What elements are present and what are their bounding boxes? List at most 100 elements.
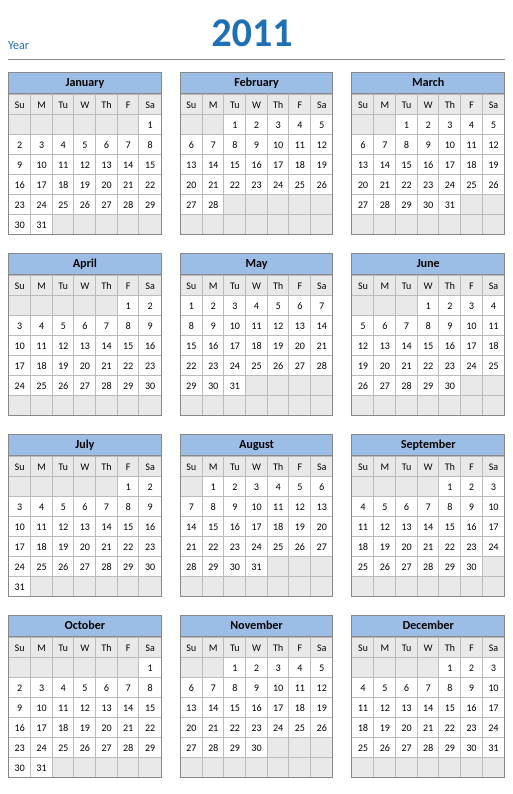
day-cell: 17 <box>482 698 504 718</box>
day-header: Sa <box>311 457 333 477</box>
empty-cell <box>417 477 439 497</box>
day-cell: 23 <box>417 175 439 195</box>
day-cell: 23 <box>139 537 161 557</box>
day-cell: 5 <box>311 115 333 135</box>
day-cell: 9 <box>224 497 246 517</box>
day-cell: 9 <box>461 678 483 698</box>
day-cell: 17 <box>461 336 483 356</box>
day-cell: 27 <box>289 356 311 376</box>
day-cell: 5 <box>289 477 311 497</box>
empty-cell <box>311 195 333 215</box>
empty-cell <box>439 577 461 597</box>
empty-cell <box>482 215 504 235</box>
day-cell: 8 <box>417 316 439 336</box>
empty-cell <box>352 758 374 778</box>
month-table: SuMTuWThFSa12345678910111213141516171819… <box>181 637 333 777</box>
day-cell: 28 <box>417 557 439 577</box>
day-header: M <box>202 95 224 115</box>
day-cell: 29 <box>396 195 418 215</box>
month-table: SuMTuWThFSa12345678910111213141516171819… <box>9 94 161 234</box>
empty-cell <box>31 477 53 497</box>
day-cell: 23 <box>461 537 483 557</box>
day-cell: 22 <box>439 718 461 738</box>
day-cell: 10 <box>267 678 289 698</box>
month-table: SuMTuWThFSa12345678910111213141516171819… <box>9 637 161 777</box>
day-cell: 19 <box>52 356 74 376</box>
day-cell: 23 <box>461 718 483 738</box>
day-header: F <box>289 276 311 296</box>
day-header: M <box>374 457 396 477</box>
day-cell: 6 <box>74 497 96 517</box>
empty-cell <box>74 758 96 778</box>
day-cell: 9 <box>139 497 161 517</box>
day-cell: 12 <box>74 698 96 718</box>
day-cell: 22 <box>396 175 418 195</box>
day-cell: 25 <box>52 195 74 215</box>
day-header: M <box>202 638 224 658</box>
day-cell: 26 <box>52 376 74 396</box>
day-cell: 14 <box>417 698 439 718</box>
day-cell: 15 <box>181 336 203 356</box>
day-cell: 5 <box>74 678 96 698</box>
day-cell: 27 <box>374 376 396 396</box>
day-cell: 18 <box>52 175 74 195</box>
empty-cell <box>482 376 504 396</box>
day-header: Th <box>96 276 118 296</box>
day-cell: 15 <box>117 517 139 537</box>
day-header: W <box>246 638 268 658</box>
day-cell: 19 <box>374 718 396 738</box>
day-cell: 17 <box>246 517 268 537</box>
empty-cell <box>181 396 203 416</box>
day-cell: 27 <box>352 195 374 215</box>
day-header: W <box>246 276 268 296</box>
day-cell: 20 <box>74 537 96 557</box>
empty-cell <box>181 115 203 135</box>
day-cell: 5 <box>374 678 396 698</box>
day-cell: 12 <box>374 517 396 537</box>
day-cell: 10 <box>224 316 246 336</box>
empty-cell <box>289 215 311 235</box>
day-header: F <box>117 457 139 477</box>
empty-cell <box>52 296 74 316</box>
day-cell: 30 <box>9 215 31 235</box>
day-cell: 19 <box>311 698 333 718</box>
day-cell: 4 <box>52 135 74 155</box>
day-header: Th <box>439 638 461 658</box>
day-header: W <box>246 457 268 477</box>
empty-cell <box>289 577 311 597</box>
day-cell: 29 <box>439 557 461 577</box>
day-cell: 6 <box>96 678 118 698</box>
empty-cell <box>289 557 311 577</box>
month-title: May <box>181 254 333 275</box>
empty-cell <box>117 396 139 416</box>
day-cell: 23 <box>139 356 161 376</box>
day-cell: 14 <box>181 517 203 537</box>
month-table: SuMTuWThFSa12345678910111213141516171819… <box>9 275 161 415</box>
empty-cell <box>202 215 224 235</box>
month-block: NovemberSuMTuWThFSa123456789101112131415… <box>180 615 334 778</box>
day-cell: 16 <box>139 336 161 356</box>
day-cell: 2 <box>224 477 246 497</box>
day-cell: 18 <box>352 537 374 557</box>
day-cell: 11 <box>352 698 374 718</box>
day-cell: 29 <box>439 738 461 758</box>
day-cell: 7 <box>374 135 396 155</box>
empty-cell <box>417 215 439 235</box>
day-cell: 11 <box>52 698 74 718</box>
empty-cell <box>439 758 461 778</box>
day-cell: 23 <box>246 718 268 738</box>
day-cell: 28 <box>202 738 224 758</box>
day-cell: 18 <box>267 517 289 537</box>
day-cell: 12 <box>352 336 374 356</box>
empty-cell <box>31 296 53 316</box>
day-cell: 13 <box>96 698 118 718</box>
day-cell: 12 <box>311 135 333 155</box>
day-cell: 9 <box>202 316 224 336</box>
day-cell: 24 <box>31 738 53 758</box>
day-cell: 20 <box>311 517 333 537</box>
day-header: Th <box>96 638 118 658</box>
day-cell: 21 <box>417 537 439 557</box>
day-cell: 17 <box>482 517 504 537</box>
day-header: Th <box>96 457 118 477</box>
empty-cell <box>31 396 53 416</box>
